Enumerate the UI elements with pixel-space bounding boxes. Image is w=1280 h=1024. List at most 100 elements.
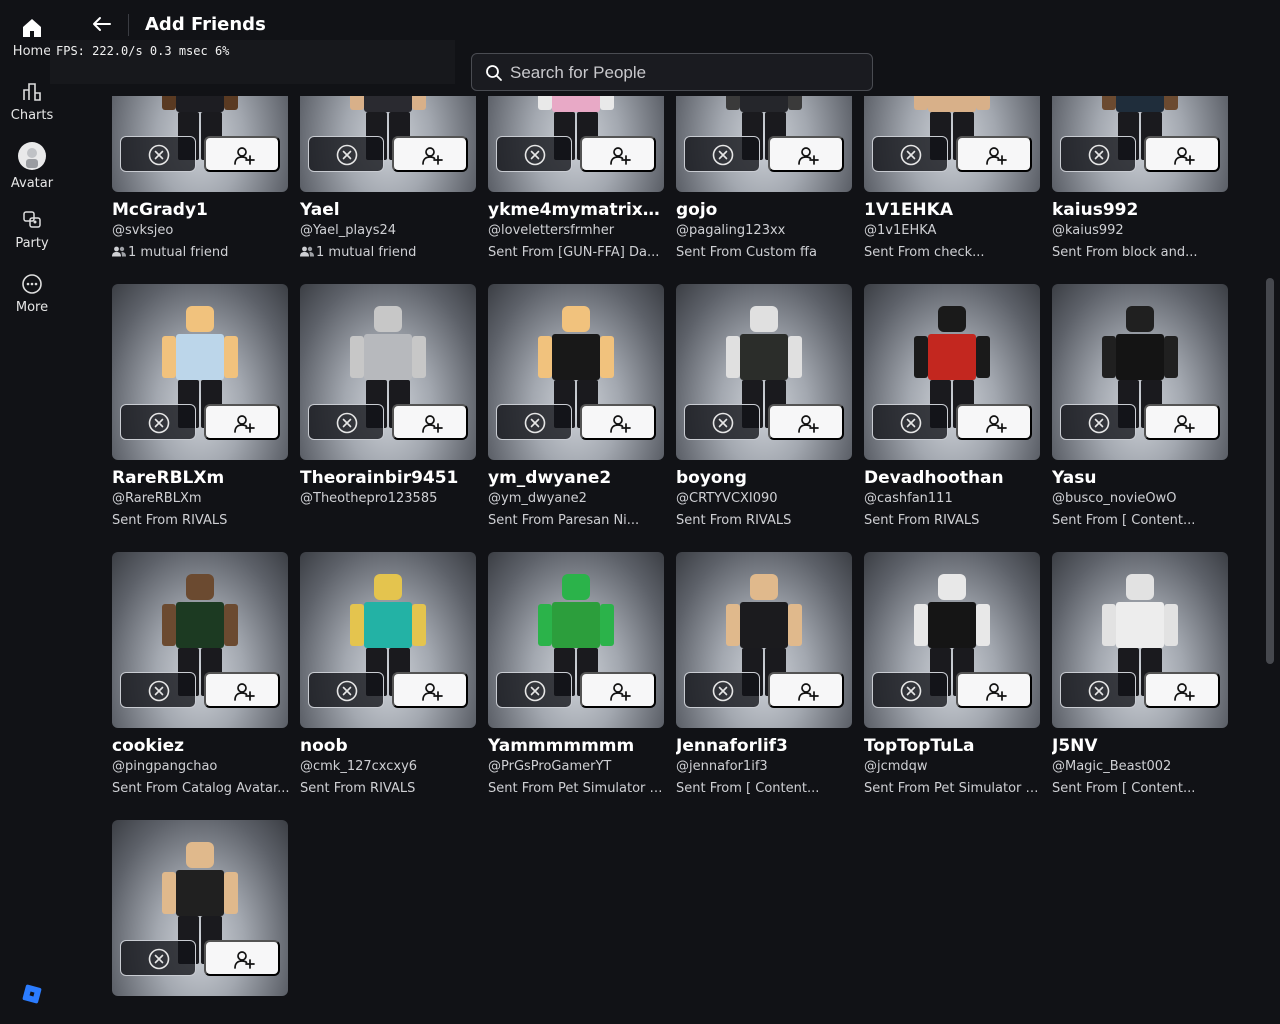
- display-name[interactable]: RareRBLXm: [112, 468, 292, 488]
- accept-request-button[interactable]: [1144, 136, 1220, 172]
- sidebar-item-party[interactable]: Party: [0, 208, 64, 268]
- scrollbar-thumb[interactable]: [1266, 278, 1274, 664]
- accept-request-button[interactable]: [580, 136, 656, 172]
- search-input[interactable]: [510, 60, 860, 86]
- accept-request-button[interactable]: [204, 672, 280, 708]
- display-name[interactable]: ym_dwyane2: [488, 468, 668, 488]
- username-handle: @ym_dwyane2: [488, 491, 587, 506]
- display-name[interactable]: kaius992: [1052, 200, 1232, 220]
- decline-request-button[interactable]: [684, 136, 760, 172]
- avatar-thumbnail[interactable]: [300, 552, 476, 728]
- display-name[interactable]: TopTopTuLa: [864, 736, 1044, 756]
- roblox-logo-icon[interactable]: [22, 984, 42, 1004]
- display-name[interactable]: cookiez: [112, 736, 292, 756]
- avatar-thumbnail[interactable]: [864, 552, 1040, 728]
- decline-request-button[interactable]: [120, 940, 196, 976]
- accept-request-button[interactable]: [1144, 404, 1220, 440]
- decline-request-button[interactable]: [120, 404, 196, 440]
- back-arrow-icon[interactable]: [88, 10, 116, 38]
- friend-request-card: boyong @CRTYVCXI090 Sent From RIVALS: [676, 284, 852, 534]
- accept-request-button[interactable]: [956, 672, 1032, 708]
- decline-request-button[interactable]: [684, 672, 760, 708]
- add-friend-icon: [610, 415, 631, 433]
- display-name[interactable]: noob: [300, 736, 480, 756]
- username-handle: @jennafor1if3: [676, 759, 768, 774]
- accept-request-button[interactable]: [956, 404, 1032, 440]
- decline-request-button[interactable]: [120, 136, 196, 172]
- decline-request-button[interactable]: [872, 136, 948, 172]
- username-handle: @Magic_Beast002: [1052, 759, 1172, 774]
- accept-request-button[interactable]: [580, 404, 656, 440]
- decline-request-button[interactable]: [496, 136, 572, 172]
- decline-request-button[interactable]: [872, 672, 948, 708]
- display-name[interactable]: ykme4mymatrixco...: [488, 200, 668, 220]
- display-name[interactable]: boyong: [676, 468, 856, 488]
- add-friend-icon: [422, 147, 443, 165]
- display-name[interactable]: Jennaforlif3: [676, 736, 856, 756]
- decline-request-button[interactable]: [308, 672, 384, 708]
- decline-x-icon: [1088, 412, 1110, 434]
- accept-request-button[interactable]: [204, 404, 280, 440]
- decline-request-button[interactable]: [496, 672, 572, 708]
- display-name[interactable]: McGrady1: [112, 200, 292, 220]
- avatar-thumbnail[interactable]: [112, 96, 288, 192]
- display-name[interactable]: Yammmmmmm: [488, 736, 668, 756]
- accept-request-button[interactable]: [768, 672, 844, 708]
- decline-x-icon: [712, 144, 734, 166]
- display-name[interactable]: 1V1EHKA: [864, 200, 1044, 220]
- decline-request-button[interactable]: [496, 404, 572, 440]
- avatar-thumbnail[interactable]: [300, 284, 476, 460]
- accept-request-button[interactable]: [768, 404, 844, 440]
- request-source-text: Sent From RIVALS: [676, 513, 792, 528]
- sidebar-item-charts[interactable]: Charts: [0, 80, 64, 140]
- accept-request-button[interactable]: [204, 136, 280, 172]
- accept-request-button[interactable]: [204, 940, 280, 976]
- accept-request-button[interactable]: [1144, 672, 1220, 708]
- avatar-thumbnail[interactable]: [112, 284, 288, 460]
- decline-request-button[interactable]: [308, 404, 384, 440]
- decline-request-button[interactable]: [1060, 136, 1136, 172]
- avatar-thumbnail[interactable]: [300, 96, 476, 192]
- accept-request-button[interactable]: [392, 404, 468, 440]
- request-source-text: Sent From Paresan Ni...: [488, 513, 640, 528]
- request-source: Sent From [ Content...: [676, 781, 856, 796]
- accept-request-button[interactable]: [580, 672, 656, 708]
- decline-x-icon: [712, 680, 734, 702]
- display-name[interactable]: J5NV: [1052, 736, 1232, 756]
- avatar-thumbnail[interactable]: [488, 284, 664, 460]
- accept-request-button[interactable]: [392, 672, 468, 708]
- avatar-thumbnail[interactable]: [112, 552, 288, 728]
- display-name[interactable]: Yasu: [1052, 468, 1232, 488]
- display-name[interactable]: Yael: [300, 200, 480, 220]
- avatar-thumbnail[interactable]: [676, 284, 852, 460]
- decline-request-button[interactable]: [684, 404, 760, 440]
- avatar-thumbnail[interactable]: [1052, 552, 1228, 728]
- display-name[interactable]: Theorainbir9451: [300, 468, 480, 488]
- avatar-thumbnail[interactable]: [676, 96, 852, 192]
- avatar-thumbnail[interactable]: [488, 96, 664, 192]
- avatar-thumbnail[interactable]: [864, 96, 1040, 192]
- search-box[interactable]: [471, 53, 873, 91]
- decline-request-button[interactable]: [120, 672, 196, 708]
- sidebar: Home Charts Avatar Party More: [0, 0, 64, 1024]
- avatar-thumbnail[interactable]: [1052, 96, 1228, 192]
- decline-request-button[interactable]: [308, 136, 384, 172]
- accept-request-button[interactable]: [956, 136, 1032, 172]
- display-name[interactable]: Devadhoothan: [864, 468, 1044, 488]
- accept-request-button[interactable]: [768, 136, 844, 172]
- decline-request-button[interactable]: [872, 404, 948, 440]
- avatar-thumbnail[interactable]: [676, 552, 852, 728]
- add-friend-icon: [1174, 415, 1195, 433]
- display-name[interactable]: gojo: [676, 200, 856, 220]
- decline-request-button[interactable]: [1060, 404, 1136, 440]
- sidebar-item-avatar[interactable]: Avatar: [0, 142, 64, 202]
- avatar-thumbnail[interactable]: [1052, 284, 1228, 460]
- decline-request-button[interactable]: [1060, 672, 1136, 708]
- username-handle: @cashfan111: [864, 491, 953, 506]
- avatar-thumbnail[interactable]: [864, 284, 1040, 460]
- avatar-thumbnail[interactable]: [488, 552, 664, 728]
- sidebar-item-more[interactable]: More: [0, 272, 64, 332]
- decline-x-icon: [1088, 680, 1110, 702]
- accept-request-button[interactable]: [392, 136, 468, 172]
- avatar-thumbnail[interactable]: [112, 820, 288, 996]
